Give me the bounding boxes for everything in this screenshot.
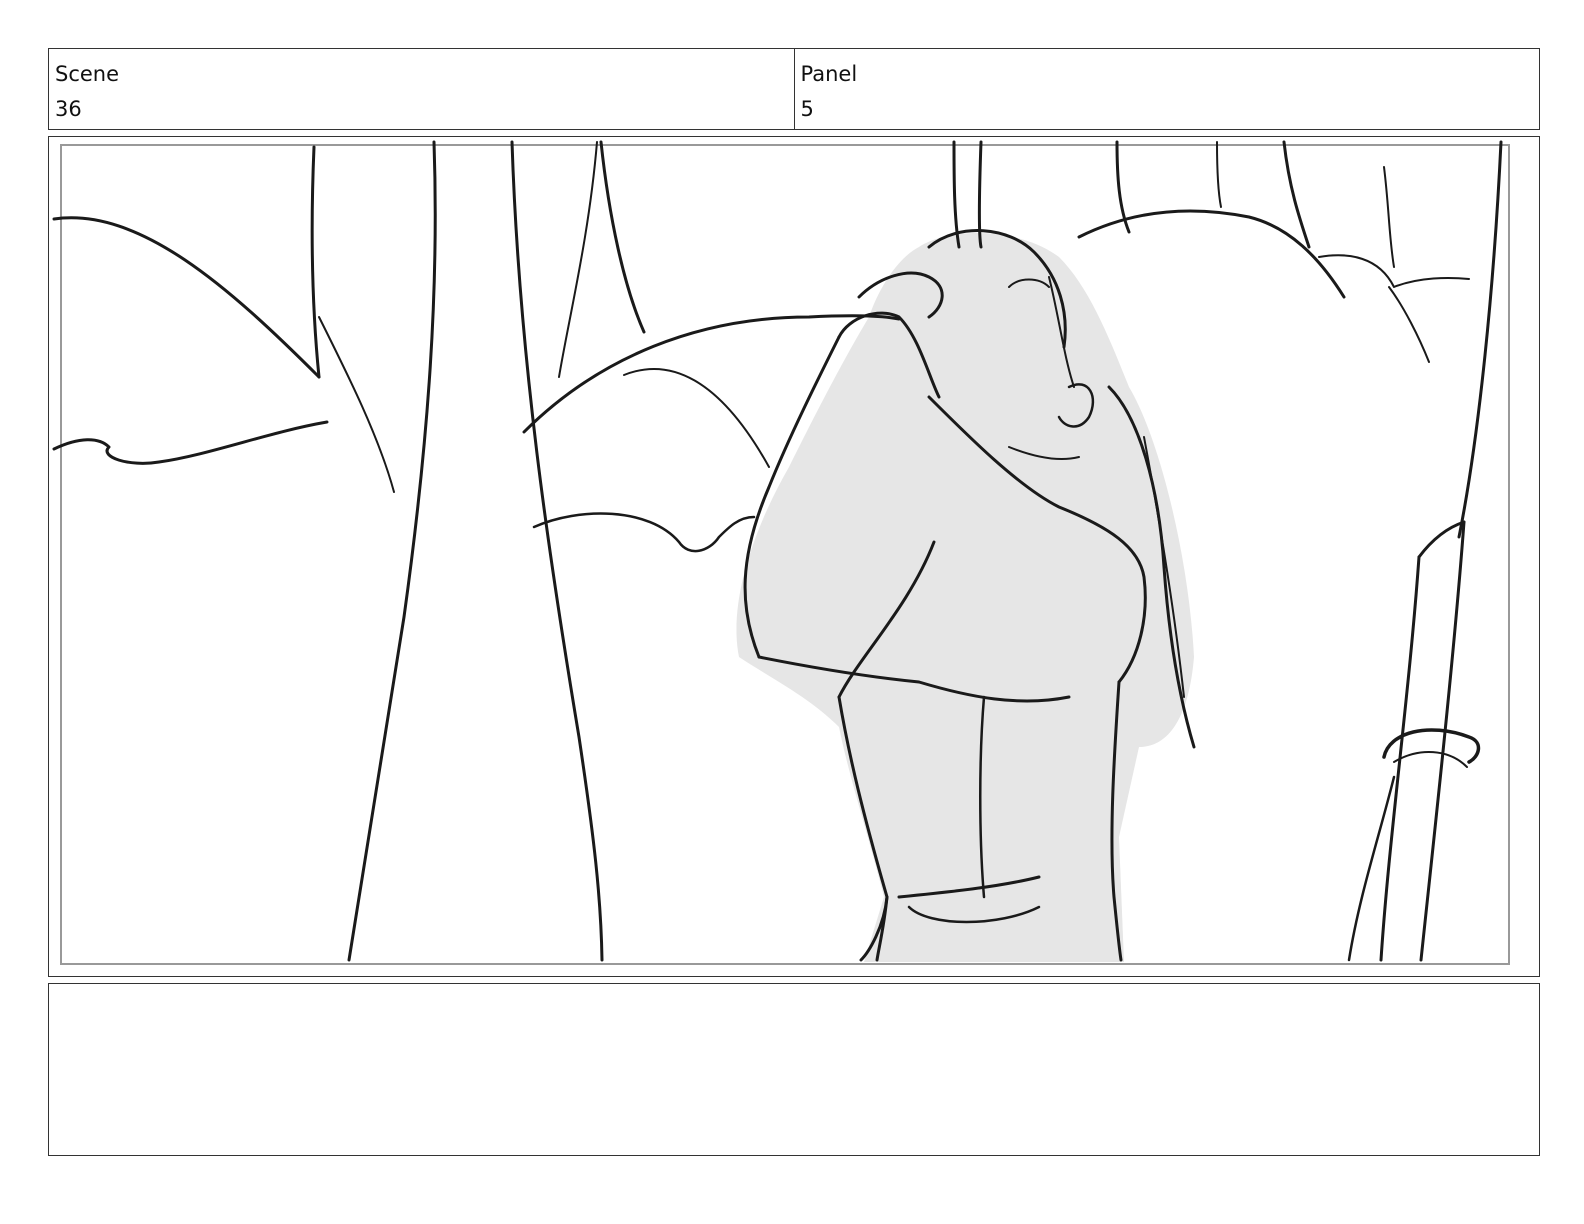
- right-tree-line-e: [1282, 140, 1311, 249]
- scene-number: 36: [55, 97, 82, 121]
- right-hill-far: [1318, 254, 1470, 288]
- scene-label: Scene: [55, 62, 120, 86]
- scene-panel-header: Scene 36 Panel 5: [48, 48, 1540, 130]
- left-tree-trunk-left: [310, 145, 321, 379]
- pole-right: [1419, 520, 1466, 962]
- panel-number: 5: [800, 97, 814, 121]
- mid-hill-lower: [532, 512, 756, 553]
- panel-cell: Panel 5: [793, 49, 1540, 129]
- storyboard-panel-frame: [48, 136, 1540, 977]
- mid-hill-inner: [623, 368, 770, 468]
- mid-tree-left: [558, 141, 598, 378]
- mid-tree-right: [599, 140, 646, 334]
- ring: [1382, 728, 1481, 764]
- left-tree-trunk: [347, 140, 437, 962]
- left-hill-line-lower: [52, 420, 329, 465]
- left-hill-line: [52, 216, 321, 379]
- panel-label: Panel: [800, 62, 858, 86]
- character-tone: [736, 233, 1194, 963]
- right-edge-tree: [1457, 140, 1503, 539]
- right-drop: [1388, 286, 1430, 363]
- storyboard-sketch: [52, 140, 1510, 965]
- pole-top: [1417, 520, 1466, 559]
- left-tree-trunk-right: [510, 140, 604, 962]
- scene-cell: Scene 36: [49, 49, 794, 129]
- panel-notes: [48, 983, 1540, 1156]
- right-branch: [1383, 166, 1395, 268]
- right-tree-line-d: [1216, 141, 1222, 208]
- ring-inner: [1393, 751, 1468, 768]
- right-hill: [1077, 209, 1346, 299]
- left-branch: [318, 316, 395, 493]
